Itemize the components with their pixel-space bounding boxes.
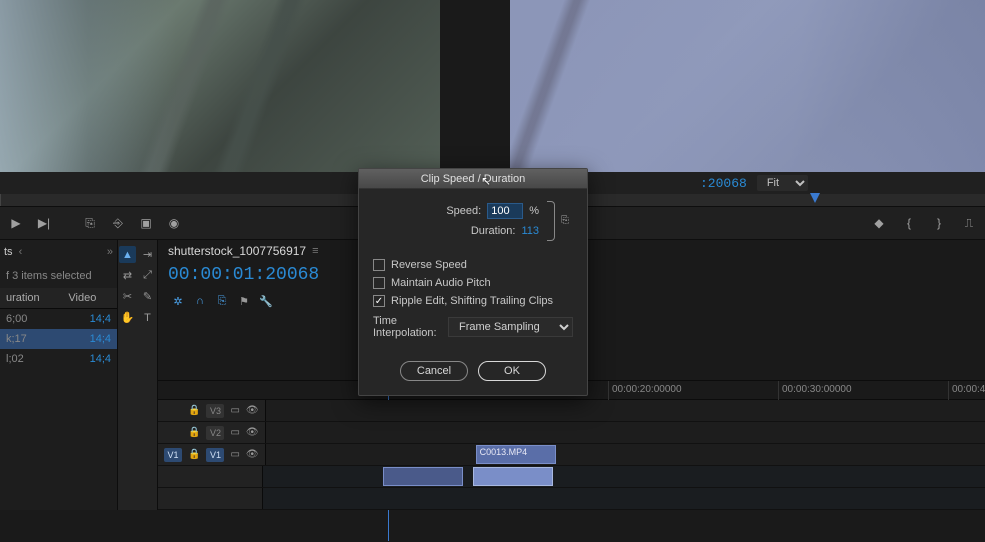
step-forward-icon[interactable]: ▶| [36,215,52,231]
rate-stretch-tool-icon[interactable]: ⤢ [139,267,156,284]
settings-icon[interactable]: ⎍ [961,215,977,231]
track-header[interactable]: 🔒 V2 ▭ 👁 [158,422,266,443]
playhead-icon[interactable] [810,193,820,203]
table-row[interactable]: l;0214;4 [0,349,117,369]
fx-icon[interactable]: ▭ [230,449,239,460]
speed-input[interactable] [487,203,523,219]
selection-tool-icon[interactable]: ▲ [119,246,136,263]
fx-icon[interactable]: ▭ [230,427,239,438]
tool-panel: ▲ ⇥ ⇄ ⤢ ✂ ✎ ✋ T [118,240,158,510]
timeline-tracks: 🔒 V3 ▭ 👁 🔒 V2 ▭ 👁 V1 🔒 V1 ▭ 👁 C0013.MP4 [158,400,985,510]
program-monitor[interactable] [510,0,985,172]
sequence-tab[interactable]: shutterstock_1007756917 [168,244,319,258]
ruler-tick-label: 00:00:20:00000 [612,384,682,395]
marker-add-icon[interactable]: ⚑ [237,294,251,308]
lock-icon[interactable]: 🔒 [188,449,200,460]
track-lane[interactable]: C0013.MP4 [266,444,985,465]
track-select-tool-icon[interactable]: ⇥ [139,246,156,263]
pen-tool-icon[interactable]: ✎ [139,288,156,305]
ruler-tick-label: 00:00:30:00000 [782,384,852,395]
duration-value[interactable]: 113 [521,225,539,237]
track-lane[interactable] [266,422,985,443]
selection-count: f 3 items selected [0,264,117,288]
reverse-speed-checkbox[interactable] [373,259,385,271]
marker-icon[interactable]: ◆ [871,215,887,231]
col-duration[interactable]: uration [0,288,62,309]
wrench-icon[interactable]: 🔧 [259,294,273,308]
snap-icon[interactable]: ✲ [171,294,185,308]
zoom-select[interactable]: Fit [757,175,808,191]
dialog-title[interactable]: Clip Speed / Duration ↖ [359,169,587,189]
video-clip[interactable]: C0013.MP4 [476,445,556,464]
track-target[interactable]: V1 [206,448,224,462]
play-icon[interactable]: ▶ [8,215,24,231]
hand-tool-icon[interactable]: ✋ [119,309,136,326]
lock-icon[interactable]: 🔒 [188,405,200,416]
cursor-icon: ↖ [481,171,491,191]
export-frame-icon[interactable]: ▣ [138,215,154,231]
ruler-tick-label: 00:00:40:00000 [952,384,985,395]
ok-button[interactable]: OK [478,361,546,381]
magnet-icon[interactable]: ∩ [193,294,207,308]
lock-icon[interactable]: 🔒 [188,427,200,438]
video-track-row: 🔒 V2 ▭ 👁 [158,422,985,444]
table-row[interactable]: k;1714;4 [0,329,117,349]
camera-icon[interactable]: ◉ [166,215,182,231]
project-tab-suffix[interactable]: ts [4,246,13,258]
out-bracket-icon[interactable]: } [931,215,947,231]
timeline-options: ✲ ∩ ⎘ ⚑ 🔧 [165,294,279,308]
percent-label: % [529,205,539,217]
track-lane[interactable] [266,400,985,421]
ripple-tool-icon[interactable]: ⇄ [119,267,136,284]
source-monitor[interactable] [0,0,440,172]
col-video[interactable]: Video [62,288,117,309]
eye-icon[interactable]: 👁 [246,427,259,438]
chevron-left-icon[interactable]: ‹ [19,246,23,258]
monitor-divider [440,0,510,172]
time-interpolation-select[interactable]: Frame Sampling [448,317,573,337]
linked-selection-icon[interactable]: ⎘ [215,294,229,308]
insert-icon[interactable]: ⎘ [82,215,98,231]
program-timecode[interactable]: :20068 [700,176,747,191]
razor-tool-icon[interactable]: ✂ [119,288,136,305]
type-tool-icon[interactable]: T [139,309,156,326]
cancel-button[interactable]: Cancel [400,361,468,381]
chevron-right-icon[interactable]: » [107,246,113,258]
audio-clip[interactable] [473,467,553,486]
overwrite-icon[interactable]: ⎆ [110,215,126,231]
in-bracket-icon[interactable]: { [901,215,917,231]
clip-speed-dialog: Clip Speed / Duration ↖ Speed: % ⎘ Durat… [358,168,588,396]
video-track-row: V1 🔒 V1 ▭ 👁 C0013.MP4 [158,444,985,466]
track-header[interactable]: 🔒 V3 ▭ 👁 [158,400,266,421]
speed-label: Speed: [446,205,481,217]
eye-icon[interactable]: 👁 [246,405,259,416]
time-interpolation-label: Time Interpolation: [373,315,442,339]
track-header[interactable]: V1 🔒 V1 ▭ 👁 [158,444,266,465]
track-target[interactable]: V2 [206,426,224,440]
reverse-speed-label: Reverse Speed [391,259,467,271]
video-track-row: 🔒 V3 ▭ 👁 [158,400,985,422]
maintain-pitch-label: Maintain Audio Pitch [391,277,491,289]
project-panel: ts ‹ » f 3 items selected uration Video … [0,240,118,510]
source-patch[interactable]: V1 [164,448,182,462]
eye-icon[interactable]: 👁 [246,449,259,460]
duration-label: Duration: [471,225,516,237]
ripple-edit-label: Ripple Edit, Shifting Trailing Clips [391,295,553,307]
track-target[interactable]: V3 [206,404,224,418]
maintain-pitch-checkbox[interactable] [373,277,385,289]
ripple-edit-checkbox[interactable] [373,295,385,307]
project-table[interactable]: uration Video 6;0014;4k;1714;4l;0214;4 [0,288,117,369]
fx-icon[interactable]: ▭ [230,405,239,416]
preview-area [0,0,985,172]
table-row[interactable]: 6;0014;4 [0,309,117,330]
